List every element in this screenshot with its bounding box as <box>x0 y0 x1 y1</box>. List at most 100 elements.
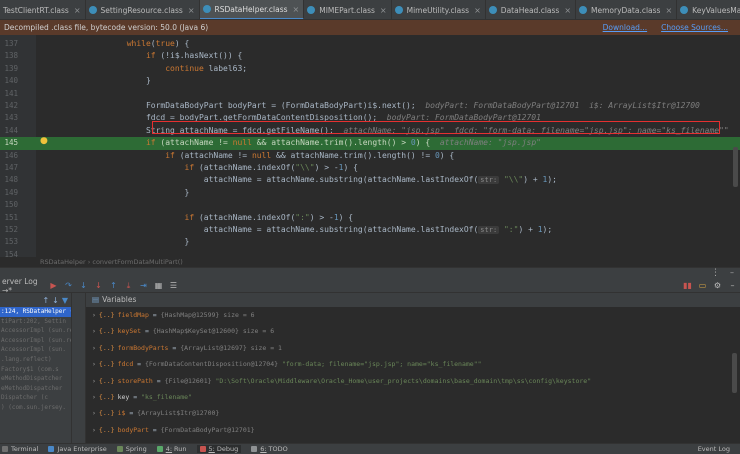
stack-frame[interactable]: Factory$1 (com.s <box>0 365 71 375</box>
event-log-button[interactable]: Event Log <box>698 444 730 454</box>
code-line[interactable]: 139 continue label63; <box>0 63 740 75</box>
step-over-icon[interactable]: ↷ <box>62 280 75 292</box>
frame-down-icon[interactable]: ↓ <box>52 296 59 305</box>
tool-window-terminal[interactable]: Terminal <box>2 445 38 453</box>
variable-equals: = <box>141 327 153 336</box>
variable-name: formBodyParts <box>117 343 169 352</box>
code-line[interactable]: 149 } <box>0 187 740 199</box>
choose-sources-link[interactable]: Choose Sources... <box>661 23 728 32</box>
variable-row[interactable]: › {..} i$ = {ArrayList$Itr@12700} <box>86 405 740 421</box>
close-icon[interactable]: × <box>293 5 300 14</box>
variable-row[interactable]: › {..} storePath = {File@12601} "D:\Soft\O… <box>86 373 740 389</box>
filter-icon[interactable]: ▼ <box>62 296 68 305</box>
code-line[interactable]: 147 if (attachName.indexOf("\\") > -1) { <box>0 162 740 174</box>
force-step-into-icon[interactable]: ↓ <box>92 280 105 292</box>
expand-arrow-icon[interactable]: › <box>92 409 96 417</box>
close-icon[interactable]: × <box>564 6 571 15</box>
variable-row[interactable]: › {..} formBodyParts = {ArrayList@12697} s… <box>86 340 740 356</box>
code-line[interactable]: 146 if (attachName != null && attachName… <box>0 150 740 162</box>
tool-window-debug[interactable]: 5: Debug <box>196 445 242 453</box>
close-icon[interactable]: × <box>74 6 81 15</box>
tool-window-run[interactable]: 4: Run <box>156 445 187 453</box>
code-line[interactable]: 140 } <box>0 75 740 87</box>
stack-frame[interactable]: .lang.reflect) <box>0 355 71 365</box>
editor-scrollbar[interactable] <box>733 147 738 187</box>
tool-window-java-enterprise[interactable]: Java Enterprise <box>48 445 107 453</box>
debug-toolbar: erver Log →* ▶ ↷ ↓ ↓ ↑ ⤓ ⇥ ▦ ☰ ▮▮ ▭ ⚙ – <box>0 277 740 295</box>
code-line[interactable]: 141 <box>0 88 740 100</box>
evaluate-icon[interactable]: ▦ <box>152 280 165 292</box>
stack-frame[interactable]: eMethodDispatcher <box>0 374 71 384</box>
code-line[interactable]: 152 attachName = attachName.substring(at… <box>0 224 740 236</box>
line-number: 142 <box>4 101 18 110</box>
expand-arrow-icon[interactable]: › <box>92 426 96 434</box>
tab-settingresource[interactable]: SettingResource.class × <box>86 0 200 19</box>
tab-mimeutility[interactable]: MimeUtility.class × <box>392 0 486 19</box>
expand-arrow-icon[interactable]: › <box>92 377 96 385</box>
expand-arrow-icon[interactable]: › <box>92 360 96 368</box>
stack-frame[interactable]: Dispatcher (c <box>0 393 71 403</box>
step-out-icon[interactable]: ↑ <box>107 280 120 292</box>
variable-row[interactable]: › {..} fdcd = {FormDataContentDisposition@… <box>86 356 740 372</box>
minimize-debug-icon[interactable]: – <box>726 280 739 292</box>
expand-arrow-icon[interactable]: › <box>92 393 96 401</box>
frames-panel[interactable]: ↑ ↓ ▼ :124, RSDataHelper (c tiPart:202, S… <box>0 293 72 443</box>
code-line[interactable]: 154 <box>0 249 740 257</box>
step-into-icon[interactable]: ↓ <box>77 280 90 292</box>
close-icon[interactable]: × <box>380 6 387 15</box>
more-icon[interactable]: ⋮ <box>711 268 720 278</box>
tab-memorydata[interactable]: MemoryData.class × <box>576 0 678 19</box>
code-line[interactable]: 142 FormDataBodyPart bodyPart = (FormDat… <box>0 100 740 112</box>
tab-datahead[interactable]: DataHead.class × <box>486 0 577 19</box>
code-line[interactable]: 150 <box>0 199 740 211</box>
tab-rsdatahelper[interactable]: RSDataHelper.class × <box>199 0 305 19</box>
stack-frame[interactable]: AccessorImpl (sun.re <box>0 336 71 346</box>
minimize-icon[interactable]: – <box>730 268 734 277</box>
code-line[interactable]: 137 while(true) { <box>0 38 740 50</box>
code-line[interactable]: 138 if (!i$.hasNext()) { <box>0 50 740 62</box>
variable-row[interactable]: › {..} bodyPart = {FormDataBodyPart@12701} <box>86 422 740 438</box>
expand-arrow-icon[interactable]: › <box>92 311 96 319</box>
code-line[interactable]: 151 if (attachName.indexOf(":") > -1) { <box>0 212 740 224</box>
stack-frame[interactable]: ) (com.sun.jersey. <box>0 403 71 413</box>
breadcrumb[interactable]: RSDataHelper › convertFormDataMultiPart(… <box>0 257 740 267</box>
variable-row[interactable]: › {..} keySet = {HashMap$KeySet@12600} siz… <box>86 323 740 339</box>
variable-equals: = <box>133 360 145 369</box>
variable-icon: {..} <box>98 360 115 369</box>
tool-window-spring[interactable]: Spring <box>116 445 147 453</box>
close-icon[interactable]: × <box>474 6 481 15</box>
execution-line[interactable]: 145 if (attachName != null && attachName… <box>0 137 740 150</box>
lightbulb-icon[interactable]: ● <box>40 136 50 146</box>
code-line[interactable]: 153 } <box>0 236 740 248</box>
list-icon[interactable]: ☰ <box>167 280 180 292</box>
server-log-tab[interactable]: erver Log →* <box>0 277 46 295</box>
drop-frame-icon[interactable]: ⤓ <box>122 280 135 292</box>
run-to-cursor-icon[interactable]: ⇥ <box>137 280 150 292</box>
stack-frame[interactable]: eMethodDispatcher <box>0 384 71 394</box>
expand-arrow-icon[interactable]: › <box>92 344 96 352</box>
variable-row[interactable]: › {..} fieldMap = {HashMap@12599} size = 6 <box>86 307 740 323</box>
close-icon[interactable]: × <box>665 6 672 15</box>
variables-panel[interactable]: ▤ Variables › {..} fieldMap = {HashMap@1259… <box>86 293 740 443</box>
code-line[interactable]: 148 attachName = attachName.substring(at… <box>0 174 740 186</box>
settings-icon[interactable]: ⚙ <box>711 280 724 292</box>
expand-arrow-icon[interactable]: › <box>92 327 96 335</box>
frame-up-icon[interactable]: ↑ <box>42 296 49 305</box>
tab-keyvaluesmapimpl[interactable]: KeyValuesMapImpl.class× <box>677 0 740 19</box>
stack-frame[interactable]: AccessorImpl (sun. <box>0 345 71 355</box>
stack-frame[interactable]: tiPart:202, Settin <box>0 317 71 327</box>
tool-window-todo[interactable]: 6: TODO <box>251 445 288 453</box>
stack-frame[interactable]: :124, RSDataHelper (c <box>0 307 71 317</box>
close-icon[interactable]: × <box>188 6 195 15</box>
layout-icon[interactable]: ▭ <box>696 280 709 292</box>
variable-row[interactable]: › {..} key = "ks_filename" <box>86 389 740 405</box>
frames-icon[interactable]: ▮▮ <box>681 280 694 292</box>
code-editor[interactable]: 137 while(true) {138 if (!i$.hasNext()) … <box>0 35 740 257</box>
tab-mimepart[interactable]: MIMEPart.class × <box>304 0 392 19</box>
variables-scrollbar[interactable] <box>732 353 737 393</box>
variable-name: storePath <box>117 376 153 385</box>
stack-frame[interactable]: AccessorImpl (sun.re <box>0 326 71 336</box>
tab-testclientrt[interactable]: TestClientRT.class × <box>0 0 86 19</box>
rerun-icon[interactable]: ▶ <box>47 280 60 292</box>
download-link[interactable]: Download... <box>603 23 647 32</box>
